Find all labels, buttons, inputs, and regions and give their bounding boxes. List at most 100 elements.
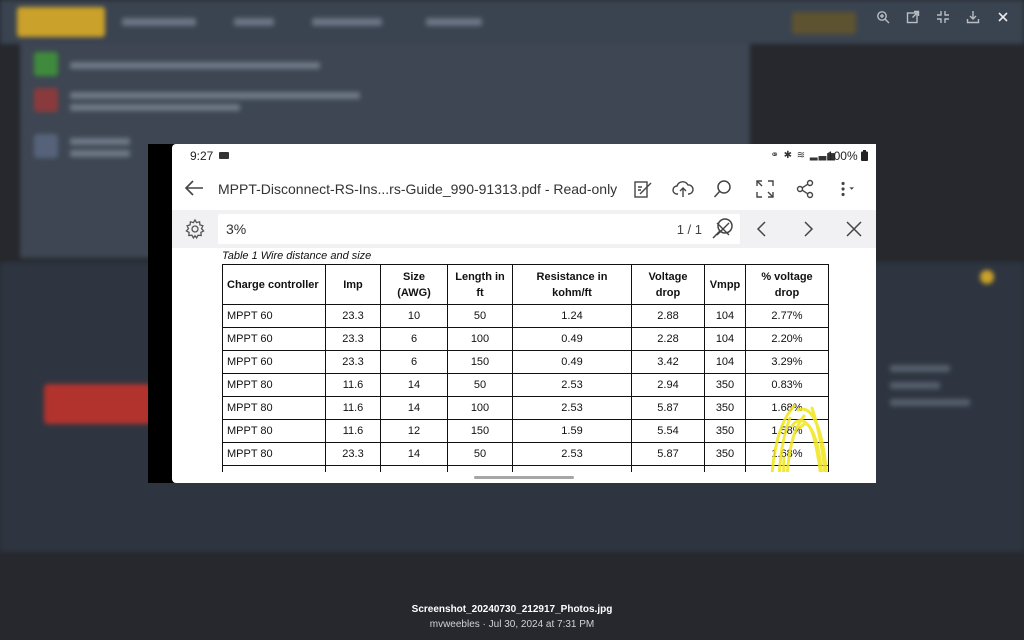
table-cell: 50	[447, 304, 513, 328]
background-logo	[17, 7, 105, 37]
back-arrow-icon[interactable]	[184, 176, 204, 200]
close-icon[interactable]	[992, 6, 1014, 28]
header-text: Vmpp	[709, 278, 741, 291]
search-bar: 3% 1 / 1	[172, 210, 876, 248]
viewer-toolbar	[872, 6, 1014, 28]
table-header-cell: Vmpp	[704, 264, 746, 305]
search-query: 3%	[226, 221, 247, 237]
header-text: drop	[774, 286, 800, 299]
table-cell: MPPT 80	[222, 442, 326, 466]
table-cell: 350	[704, 442, 746, 466]
edit-pen-icon[interactable]	[632, 178, 654, 200]
table-cell: 11.6	[325, 373, 381, 397]
background-red-banner	[44, 384, 152, 424]
table-cell: 1.58%	[745, 419, 829, 443]
gear-icon[interactable]	[184, 218, 206, 240]
table-cell: MPPT 80	[222, 373, 326, 397]
background-nav-item	[312, 18, 382, 26]
table-cell: 350	[704, 419, 746, 443]
table-header-cell: Resistance in kohm/ft	[512, 264, 632, 305]
table-cell	[704, 465, 746, 472]
table-cell	[631, 465, 705, 472]
table-cell: 104	[704, 304, 746, 328]
table-cell	[222, 465, 326, 472]
zoom-icon[interactable]	[872, 6, 894, 28]
table-cell: 100	[447, 396, 513, 420]
background-text	[70, 62, 320, 69]
header-text: Imp	[343, 278, 363, 291]
background-thread-row	[34, 52, 734, 80]
table-cell: 1.59	[512, 419, 632, 443]
table-header-cell: Imp	[325, 264, 381, 305]
header-text: Size	[402, 270, 425, 283]
background-nav-button	[792, 12, 856, 34]
fullscreen-icon[interactable]	[754, 178, 776, 200]
table-cell	[745, 465, 829, 472]
table-cell	[512, 465, 632, 472]
background-text	[890, 365, 950, 372]
table-cell: 2.94	[631, 373, 705, 397]
table-header-cell: Size (AWG)	[380, 264, 448, 305]
search-icon[interactable]	[710, 216, 736, 242]
battery-indicator: 100%	[827, 149, 868, 163]
background-text	[70, 138, 130, 145]
table-cell: 2.53	[512, 373, 632, 397]
table-cell: 23.3	[325, 304, 381, 328]
table-cell: 6	[380, 327, 448, 351]
table-cell: 23.3	[325, 327, 381, 351]
table-cell: 12	[380, 419, 448, 443]
cloud-upload-icon[interactable]	[672, 178, 694, 200]
battery-icon	[861, 150, 868, 161]
image-caption: Screenshot_20240730_212917_Photos.jpg mv…	[0, 604, 1024, 630]
table-cell	[325, 465, 381, 472]
table-row: MPPT 80 11.6 14 100 2.53 5.87 350 1.68%	[222, 396, 829, 420]
table-row: MPPT 80 11.6 12 150 1.59 5.54 350 1.58%	[222, 419, 829, 443]
document-title: MPPT-Disconnect-RS-Ins...rs-Guide_990-91…	[218, 181, 618, 197]
table-header-row: Charge controller Imp Size (AWG) Length in ft…	[222, 264, 829, 305]
table-cell: 1.68%	[745, 396, 829, 420]
table-cell: 11.6	[325, 419, 381, 443]
background-nav-item	[426, 18, 482, 26]
document-page: Table 1 Wire distance and size Charge co…	[172, 248, 876, 472]
table-cell: 0.83%	[745, 373, 829, 397]
search-icon[interactable]	[712, 178, 734, 200]
phone-screen: 9:27 ⚭ ✱ ≋ ▂▃▅ 100% MPPT-Disconnect-RS-I…	[172, 144, 876, 483]
search-input[interactable]: 3% 1 / 1	[218, 214, 740, 244]
table-cell: 100	[447, 327, 513, 351]
table-header-cell: % voltage drop	[745, 264, 829, 305]
background-text	[890, 382, 940, 389]
table-cell: 104	[704, 327, 746, 351]
table-cell: 3.42	[631, 350, 705, 374]
table-cell: 23.3	[325, 350, 381, 374]
table-row-cutoff	[222, 465, 829, 472]
background-navbar	[0, 0, 1024, 44]
more-menu-icon[interactable]	[836, 178, 864, 200]
header-text: Charge controller	[227, 278, 319, 291]
status-bar: 9:27 ⚭ ✱ ≋ ▂▃▅ 100%	[172, 144, 876, 170]
chevron-left-icon[interactable]	[752, 219, 772, 239]
header-text: % voltage	[761, 270, 813, 283]
table-header-cell: Charge controller	[222, 264, 326, 305]
background-thread-row	[34, 88, 734, 116]
header-text: kohm/ft	[552, 286, 592, 299]
close-search-icon[interactable]	[844, 219, 864, 239]
open-external-icon[interactable]	[902, 6, 924, 28]
chevron-right-icon[interactable]	[798, 219, 818, 239]
status-time: 9:27	[190, 149, 214, 163]
collapse-icon[interactable]	[932, 6, 954, 28]
table-cell: 0.49	[512, 350, 632, 374]
table-cell: 14	[380, 396, 448, 420]
table-cell: 2.20%	[745, 327, 829, 351]
table-cell: 1.24	[512, 304, 632, 328]
wire-table: Charge controller Imp Size (AWG) Length in ft…	[222, 264, 829, 472]
table-cell: 50	[447, 373, 513, 397]
background-nav-item	[234, 18, 274, 26]
table-cell: 350	[704, 396, 746, 420]
battery-percent: 100%	[826, 149, 858, 163]
table-row: MPPT 60 23.3 10 50 1.24 2.88 104 2.77%	[222, 304, 829, 328]
table-header-cell: Voltage drop	[631, 264, 705, 305]
header-text: drop	[655, 286, 681, 299]
download-icon[interactable]	[962, 6, 984, 28]
table-row: MPPT 60 23.3 6 150 0.49 3.42 104 3.29%	[222, 350, 829, 374]
share-icon[interactable]	[794, 178, 816, 200]
